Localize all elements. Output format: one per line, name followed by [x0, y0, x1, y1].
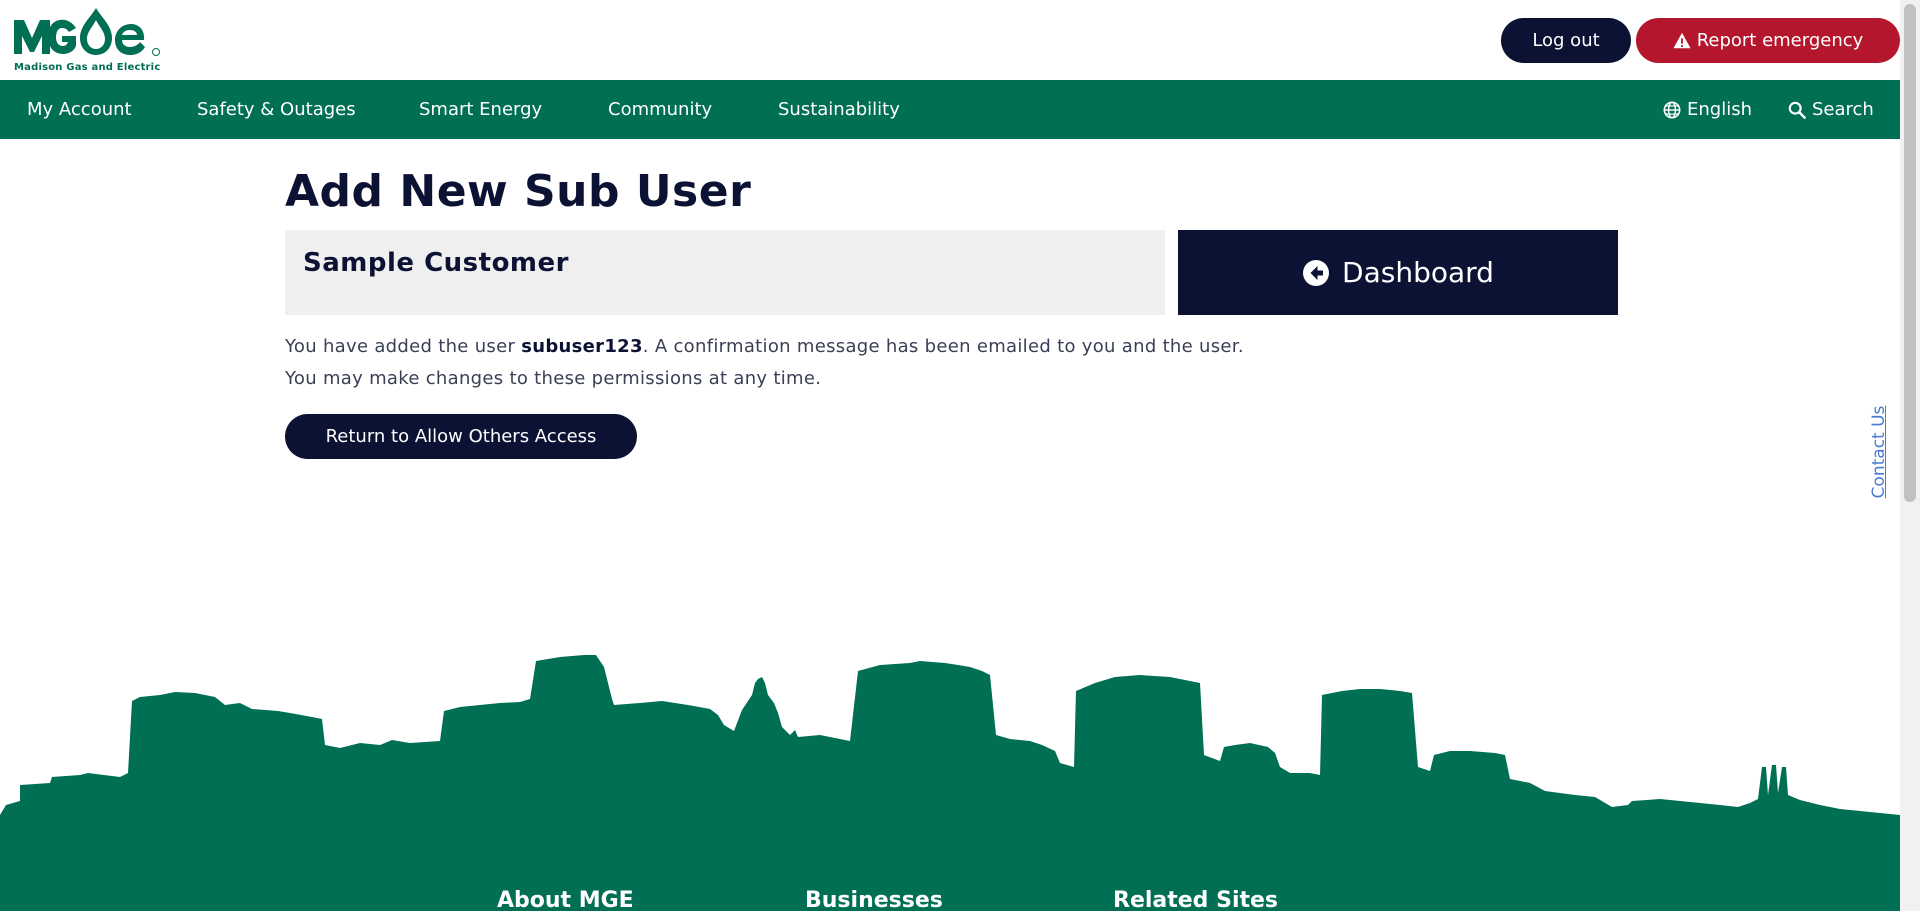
page-title: Add New Sub User: [285, 166, 752, 217]
arrow-left-circle-icon: [1303, 259, 1330, 286]
nav-item-my-account[interactable]: My Account: [27, 80, 132, 139]
main-nav: My Account Safety & Outages Smart Energy…: [0, 80, 1900, 139]
logo-tagline: Madison Gas and Electric: [14, 62, 161, 73]
customer-name: Sample Customer: [303, 248, 569, 278]
dashboard-label: Dashboard: [1342, 256, 1494, 289]
language-label: English: [1687, 99, 1752, 120]
warning-icon: [1673, 32, 1691, 48]
search-button[interactable]: Search: [1788, 80, 1874, 139]
report-emergency-button[interactable]: Report emergency: [1636, 18, 1900, 63]
footer-heading-about-mge[interactable]: About MGE: [497, 888, 634, 911]
nav-item-community[interactable]: Community: [608, 80, 712, 139]
page-scrollbar[interactable]: [1900, 0, 1920, 911]
permissions-note: You may make changes to these permission…: [285, 368, 822, 389]
mge-logo[interactable]: Madison Gas and Electric: [12, 6, 162, 76]
added-username: subuser123: [521, 336, 643, 357]
customer-panel: Sample Customer: [285, 230, 1165, 315]
contact-us-link[interactable]: Contact Us: [1869, 397, 1889, 507]
search-icon: [1788, 101, 1806, 119]
scrollbar-thumb[interactable]: [1904, 4, 1916, 502]
report-emergency-label: Report emergency: [1696, 30, 1864, 51]
site-header: Madison Gas and Electric Log out Report …: [0, 0, 1900, 80]
site-footer: About MGE Businesses Related Sites: [0, 860, 1900, 911]
return-to-allow-others-access-button[interactable]: Return to Allow Others Access: [285, 414, 637, 459]
language-selector[interactable]: English: [1663, 80, 1752, 139]
search-label: Search: [1812, 99, 1874, 120]
logout-button[interactable]: Log out: [1501, 18, 1631, 63]
footer-heading-related-sites[interactable]: Related Sites: [1113, 888, 1278, 911]
message-prefix: You have added the user: [285, 336, 522, 357]
nav-item-smart-energy[interactable]: Smart Energy: [419, 80, 542, 139]
contact-us-tab[interactable]: Contact Us: [1866, 400, 1892, 510]
confirmation-message: You have added the user subuser123. A co…: [285, 336, 1244, 357]
nav-item-safety-outages[interactable]: Safety & Outages: [197, 80, 356, 139]
message-suffix: . A confirmation message has been emaile…: [642, 336, 1244, 357]
nav-item-sustainability[interactable]: Sustainability: [778, 80, 900, 139]
footer-heading-businesses[interactable]: Businesses: [805, 888, 943, 911]
mge-logo-mark: [14, 8, 160, 56]
globe-icon: [1663, 101, 1681, 118]
dashboard-button[interactable]: Dashboard: [1178, 230, 1618, 315]
